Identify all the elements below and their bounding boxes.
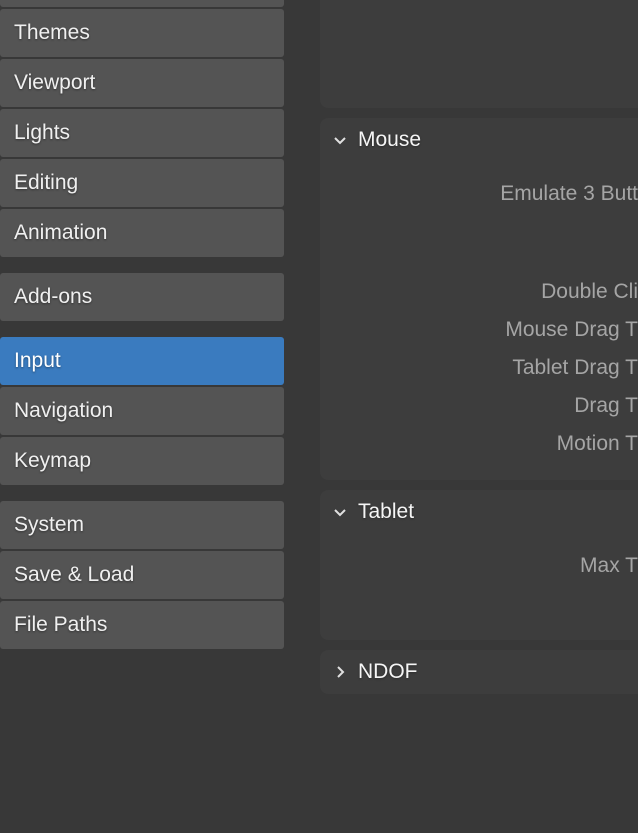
- sidebar-group-interface: Themes Viewport Lights Editing Animation: [0, 0, 284, 257]
- sidebar-item-label: Animation: [14, 221, 107, 244]
- sidebar-item-file-paths[interactable]: File Paths: [0, 601, 284, 649]
- row-blank: [320, 592, 638, 616]
- panel-tablet-header[interactable]: Tablet: [320, 490, 638, 534]
- sidebar-group-addons: Add-ons: [0, 273, 284, 321]
- chevron-right-icon: [332, 664, 348, 680]
- sidebar-item-label: Save & Load: [14, 563, 134, 586]
- row-mouse-drag: Mouse Drag T: [320, 318, 638, 342]
- sidebar-item-label: Keymap: [14, 449, 91, 472]
- sidebar-item-label: Navigation: [14, 399, 113, 422]
- row-emulate-3-button: Emulate 3 Butt: [320, 182, 638, 206]
- sidebar-item-label: File Paths: [14, 613, 107, 636]
- sidebar-item-themes[interactable]: Themes: [0, 9, 284, 57]
- sidebar-item-system[interactable]: System: [0, 501, 284, 549]
- panel-tablet-content: Max T: [320, 534, 638, 640]
- sidebar-item-viewport[interactable]: Viewport: [0, 59, 284, 107]
- sidebar-item-label: Themes: [14, 21, 90, 44]
- panel-ndof-label: NDOF: [358, 660, 418, 684]
- preferences-sidebar: Themes Viewport Lights Editing Animation…: [0, 0, 284, 833]
- preferences-main: Mouse Emulate 3 Butt Double Cli Mouse Dr…: [284, 0, 638, 833]
- sidebar-item-label: Input: [14, 349, 61, 372]
- panel-mouse-header[interactable]: Mouse: [320, 118, 638, 162]
- row-tablet-drag: Tablet Drag T: [320, 356, 638, 380]
- sidebar-item-label: System: [14, 513, 84, 536]
- panel-tablet: Tablet Max T: [320, 490, 638, 640]
- sidebar-item-editing[interactable]: Editing: [0, 159, 284, 207]
- panel-tablet-label: Tablet: [358, 500, 414, 524]
- sidebar-item-lights[interactable]: Lights: [0, 109, 284, 157]
- row-double-click: Double Cli: [320, 280, 638, 304]
- sidebar-item-save-load[interactable]: Save & Load: [0, 551, 284, 599]
- chevron-down-icon: [332, 504, 348, 520]
- panel-ndof-header[interactable]: NDOF: [320, 650, 638, 694]
- chevron-down-icon: [332, 132, 348, 148]
- sidebar-group-system: System Save & Load File Paths: [0, 501, 284, 649]
- row-max-threshold: Max T: [320, 554, 638, 578]
- sidebar-item-navigation[interactable]: Navigation: [0, 387, 284, 435]
- panel-mouse-content: Emulate 3 Butt Double Cli Mouse Drag T T…: [320, 162, 638, 480]
- row-drag: Drag T: [320, 394, 638, 418]
- panel-mouse-label: Mouse: [358, 128, 421, 152]
- sidebar-item-input[interactable]: Input: [0, 337, 284, 385]
- panel-mouse: Mouse Emulate 3 Butt Double Cli Mouse Dr…: [320, 118, 638, 480]
- row-motion: Motion T: [320, 432, 638, 456]
- sidebar-item-addons[interactable]: Add-ons: [0, 273, 284, 321]
- sidebar-item-label: Add-ons: [14, 285, 92, 308]
- sidebar-item-label: Lights: [14, 121, 70, 144]
- sidebar-item-animation[interactable]: Animation: [0, 209, 284, 257]
- sidebar-group-input: Input Navigation Keymap: [0, 337, 284, 485]
- sidebar-item-cut[interactable]: [0, 0, 284, 7]
- panel-above-cut: [320, 0, 638, 108]
- sidebar-item-keymap[interactable]: Keymap: [0, 437, 284, 485]
- sidebar-item-label: Editing: [14, 171, 78, 194]
- sidebar-item-label: Viewport: [14, 71, 95, 94]
- panel-ndof: NDOF: [320, 650, 638, 694]
